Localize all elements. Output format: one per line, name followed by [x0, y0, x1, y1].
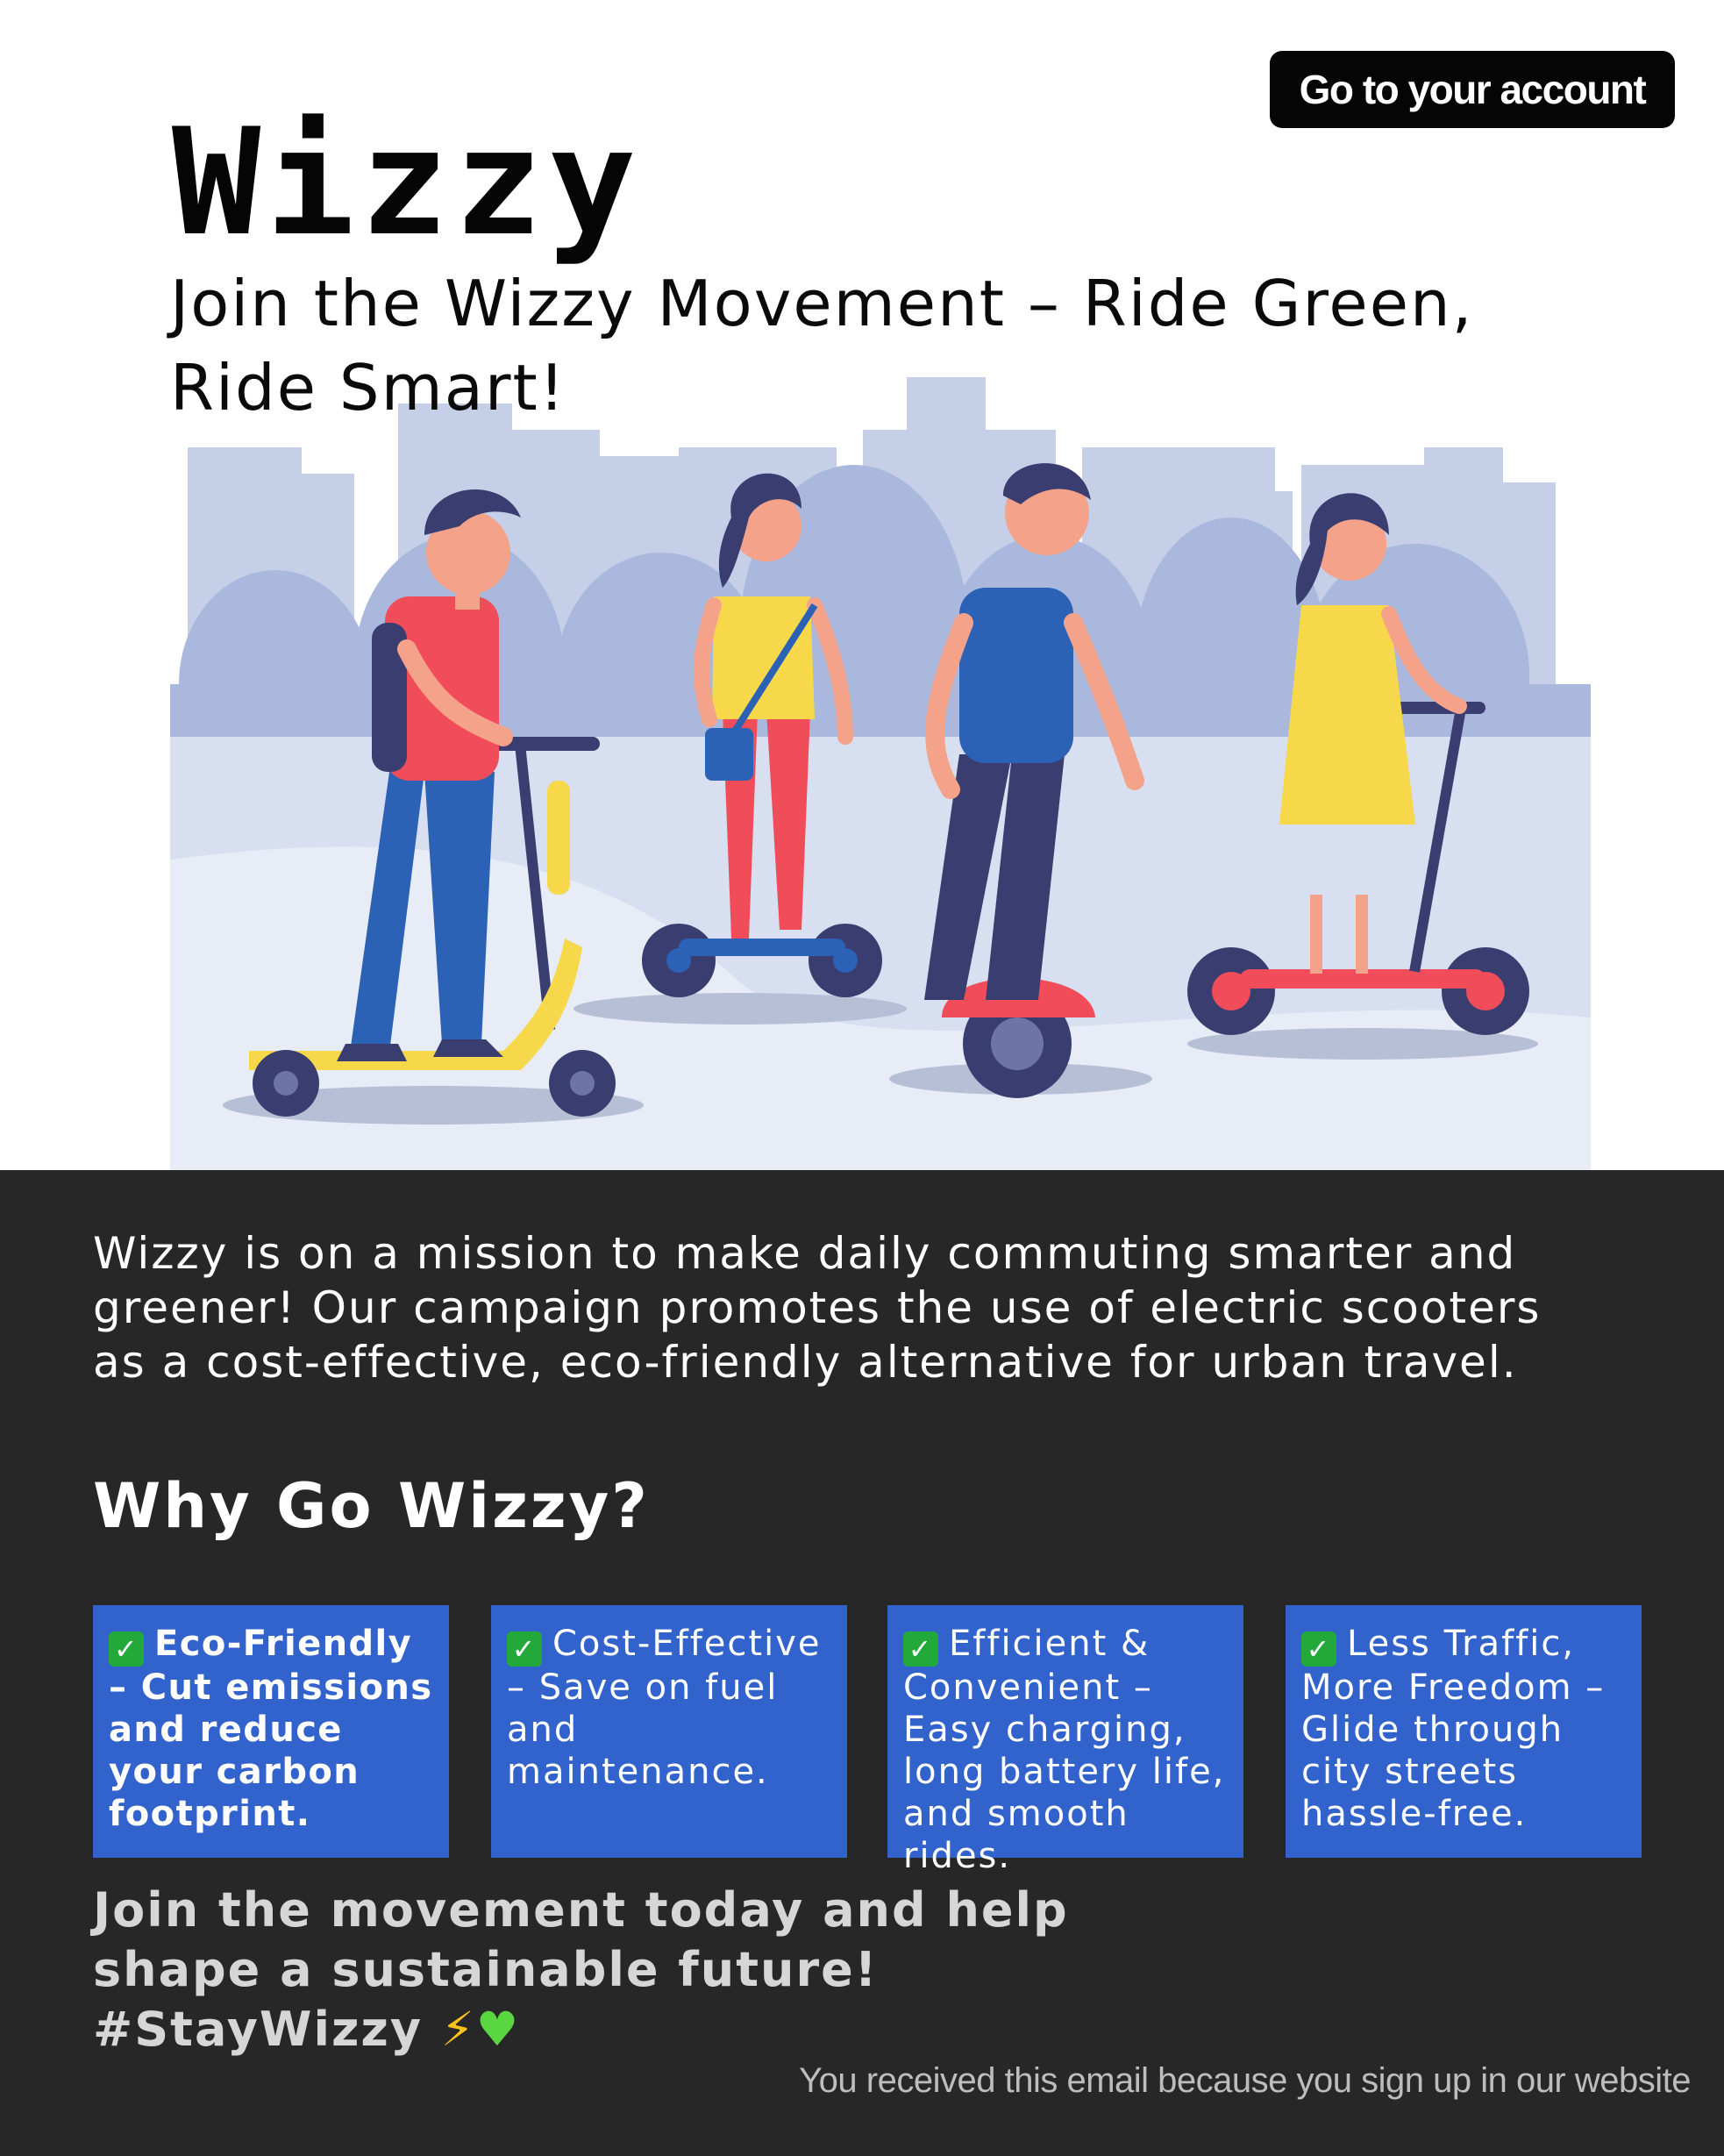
hero-illustration	[170, 377, 1591, 1170]
feature-card-text: Less Traffic, More Freedom – Glide throu…	[1301, 1624, 1606, 1834]
feature-card-cost-effective: ✓ Cost-Effective – Save on fuel and maint…	[491, 1605, 847, 1858]
why-title: Why Go Wizzy?	[93, 1470, 650, 1542]
green-heart-icon: ♥	[475, 2002, 521, 2057]
check-mark-icon: ✓	[109, 1631, 144, 1667]
headline: Join the Wizzy Movement – Ride Green, Ri…	[170, 261, 1661, 430]
go-to-account-button[interactable]: Go to your account	[1270, 51, 1675, 128]
check-mark-icon: ✓	[903, 1631, 938, 1667]
headline-line-1: Join the Wizzy Movement – Ride Green,	[170, 267, 1474, 340]
wizzy-logo: Wizzy	[172, 96, 642, 268]
cta-line-3: #StayWizzy ⚡♥	[93, 2000, 1145, 2060]
content-section: Wizzy is on a mission to make daily comm…	[0, 1170, 1724, 2156]
cta-line-2: shape a sustainable future!	[93, 1942, 879, 1997]
call-to-action: Join the movement today and help shape a…	[93, 1881, 1145, 2060]
footer-note: You received this email because you sign…	[799, 2061, 1691, 2100]
feature-card-eco-friendly: ✓ Eco-Friendly – Cut emissions and reduce…	[93, 1605, 449, 1858]
lightning-icon: ⚡	[440, 2002, 476, 2057]
check-mark-icon: ✓	[1301, 1631, 1336, 1667]
feature-card-less-traffic: ✓ Less Traffic, More Freedom – Glide thro…	[1286, 1605, 1642, 1858]
check-mark-icon: ✓	[507, 1631, 542, 1667]
cta-line-1: Join the movement today and help	[93, 1882, 1069, 1938]
feature-card-text: Eco-Friendly – Cut emissions and reduce …	[109, 1624, 433, 1834]
headline-line-2: Ride Smart!	[170, 351, 566, 425]
hashtag: #StayWizzy	[93, 2002, 424, 2057]
intro-paragraph: Wizzy is on a mission to make daily comm…	[93, 1228, 1542, 1388]
header-section: Go to your account Wizzy Join the Wizzy …	[0, 0, 1724, 1170]
feature-card-text: Cost-Effective – Save on fuel and mainte…	[507, 1624, 822, 1792]
feature-card-text: Efficient & Convenient – Easy charging, …	[903, 1624, 1226, 1876]
feature-card-efficient: ✓ Efficient & Convenient – Easy charging,…	[887, 1605, 1243, 1876]
